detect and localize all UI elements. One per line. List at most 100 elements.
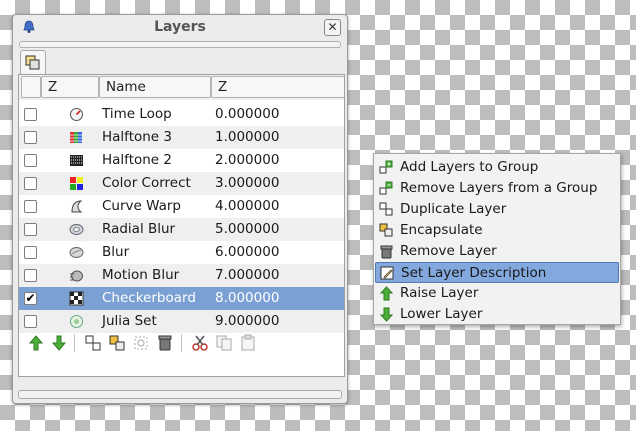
layer-z-depth: 4.000000	[215, 198, 280, 214]
remove-from-group-icon	[379, 181, 393, 195]
halftone-3-icon	[70, 132, 83, 143]
layer-active-checkbox[interactable]	[24, 177, 37, 190]
halftone-2-icon	[70, 155, 83, 166]
checkerboard-icon	[69, 291, 84, 306]
add-to-group-icon	[379, 160, 393, 174]
layer-name: Halftone 2	[102, 152, 172, 168]
menu-item-remove-layer[interactable]: Remove Layer	[375, 241, 619, 262]
layer-active-checkbox[interactable]	[24, 200, 37, 213]
layer-active-checkbox[interactable]	[24, 108, 37, 121]
time-loop-icon	[70, 108, 83, 121]
layer-row[interactable]: Halftone 3 1.000000	[19, 126, 344, 149]
raise-layer-icon[interactable]	[27, 334, 45, 352]
paste-icon[interactable]	[239, 334, 257, 352]
layer-row[interactable]: Radial Blur 5.000000	[19, 218, 344, 241]
remove-layer-icon	[380, 245, 393, 259]
layers-tab[interactable]	[20, 50, 46, 75]
layer-z-depth: 7.000000	[215, 267, 280, 283]
layer-row[interactable]: Color Correct 3.000000	[19, 172, 344, 195]
duplicate-layer-icon[interactable]	[84, 334, 102, 352]
motion-blur-icon	[70, 270, 83, 282]
julia-set-icon	[70, 315, 83, 328]
horizontal-scrollbar[interactable]	[18, 390, 342, 399]
menu-item-label: Duplicate Layer	[400, 201, 507, 217]
set-description-icon	[380, 266, 394, 280]
layer-name: Checkerboard	[102, 290, 196, 306]
layer-active-checkbox[interactable]	[24, 154, 37, 167]
layer-name: Blur	[102, 244, 130, 260]
layer-z-depth: 8.000000	[215, 290, 280, 306]
menu-item-raise-layer[interactable]: Raise Layer	[375, 283, 619, 304]
layer-active-checkbox[interactable]	[24, 246, 37, 259]
layer-z-depth: 5.000000	[215, 221, 280, 237]
layer-name: Curve Warp	[102, 198, 181, 214]
layer-z-depth: 6.000000	[215, 244, 280, 260]
menu-item-label: Add Layers to Group	[400, 159, 539, 175]
layer-z-depth: 3.000000	[215, 175, 280, 191]
toolbar-separator	[181, 334, 182, 352]
layer-name: Halftone 3	[102, 129, 172, 145]
menu-item-duplicate-layer[interactable]: Duplicate Layer	[375, 199, 619, 220]
menu-item-add-layers-to-group[interactable]: Add Layers to Group	[375, 157, 619, 178]
menu-item-label: Remove Layer	[400, 243, 497, 259]
header-checkbox-column[interactable]	[21, 76, 41, 98]
cut-icon[interactable]	[191, 334, 209, 352]
panel-splitter[interactable]	[19, 41, 341, 48]
menu-item-lower-layer[interactable]: Lower Layer	[375, 304, 619, 325]
layer-z-depth: 0.000000	[215, 106, 280, 122]
layer-name: Julia Set	[102, 313, 157, 329]
curve-warp-icon	[71, 200, 83, 213]
layer-name: Color Correct	[102, 175, 191, 191]
layers-list: Z Name Z Time Loop 0.000000 Halftone 3 1.00…	[18, 74, 345, 377]
menu-item-label: Remove Layers from a Group	[400, 180, 598, 196]
layer-name: Time Loop	[102, 106, 172, 122]
layer-active-checkbox[interactable]	[24, 315, 37, 328]
layer-row[interactable]: Blur 6.000000	[19, 241, 344, 264]
panel-title: Layers	[154, 19, 206, 35]
layer-row[interactable]: Time Loop 0.000000	[19, 103, 344, 126]
layer-row[interactable]: Curve Warp 4.000000	[19, 195, 344, 218]
layer-row[interactable]: ✔ Checkerboard 8.000000	[19, 287, 344, 310]
menu-item-label: Set Layer Description	[401, 265, 547, 281]
layer-z-depth: 1.000000	[215, 129, 280, 145]
lower-layer-icon[interactable]	[50, 334, 68, 352]
lower-layer-icon	[379, 307, 394, 322]
header-active-column[interactable]: Z	[41, 76, 99, 98]
menu-item-encapsulate[interactable]: Encapsulate	[375, 220, 619, 241]
menu-item-remove-layers-from-a-group[interactable]: Remove Layers from a Group	[375, 178, 619, 199]
layers-toolbar	[19, 330, 344, 357]
encapsulate-icon	[379, 223, 393, 237]
layer-row[interactable]: Motion Blur 7.000000	[19, 264, 344, 287]
menu-item-label: Raise Layer	[400, 285, 479, 301]
layer-active-checkbox[interactable]	[24, 269, 37, 282]
duplicate-layer-icon	[379, 202, 393, 216]
raise-layer-icon	[379, 286, 394, 301]
layer-active-checkbox[interactable]	[24, 131, 37, 144]
list-header: Z Name Z	[19, 75, 344, 100]
layers-panel: Layers ✕ Z Name Z Time Loop 0.000000 Halft…	[12, 14, 348, 404]
panel-titlebar[interactable]: Layers ✕	[13, 15, 347, 40]
layer-row[interactable]: Halftone 2 2.000000	[19, 149, 344, 172]
layer-active-checkbox[interactable]: ✔	[24, 292, 37, 305]
remove-layer-icon[interactable]	[156, 334, 174, 352]
menu-item-label: Encapsulate	[400, 222, 483, 238]
header-name-column[interactable]: Name	[99, 76, 211, 98]
menu-item-label: Lower Layer	[400, 306, 483, 322]
layer-active-checkbox[interactable]	[24, 223, 37, 236]
menu-item-set-layer-description[interactable]: Set Layer Description	[375, 262, 619, 283]
radial-blur-icon	[69, 224, 84, 235]
encapsulate-icon[interactable]	[108, 334, 126, 352]
layer-z-depth: 2.000000	[215, 152, 280, 168]
color-correct-icon	[70, 177, 83, 190]
toolbar-separator	[74, 334, 75, 352]
copy-icon[interactable]	[215, 334, 233, 352]
context-menu: Add Layers to Group Remove Layers from a …	[373, 153, 621, 325]
layer-name: Motion Blur	[102, 267, 180, 283]
layer-z-depth: 9.000000	[215, 313, 280, 329]
group-icon[interactable]	[132, 334, 150, 352]
close-button[interactable]: ✕	[324, 19, 341, 36]
header-z-column[interactable]: Z	[211, 76, 344, 98]
layers-tab-icon	[25, 55, 40, 70]
layer-name: Radial Blur	[102, 221, 176, 237]
blur-icon	[69, 247, 84, 258]
